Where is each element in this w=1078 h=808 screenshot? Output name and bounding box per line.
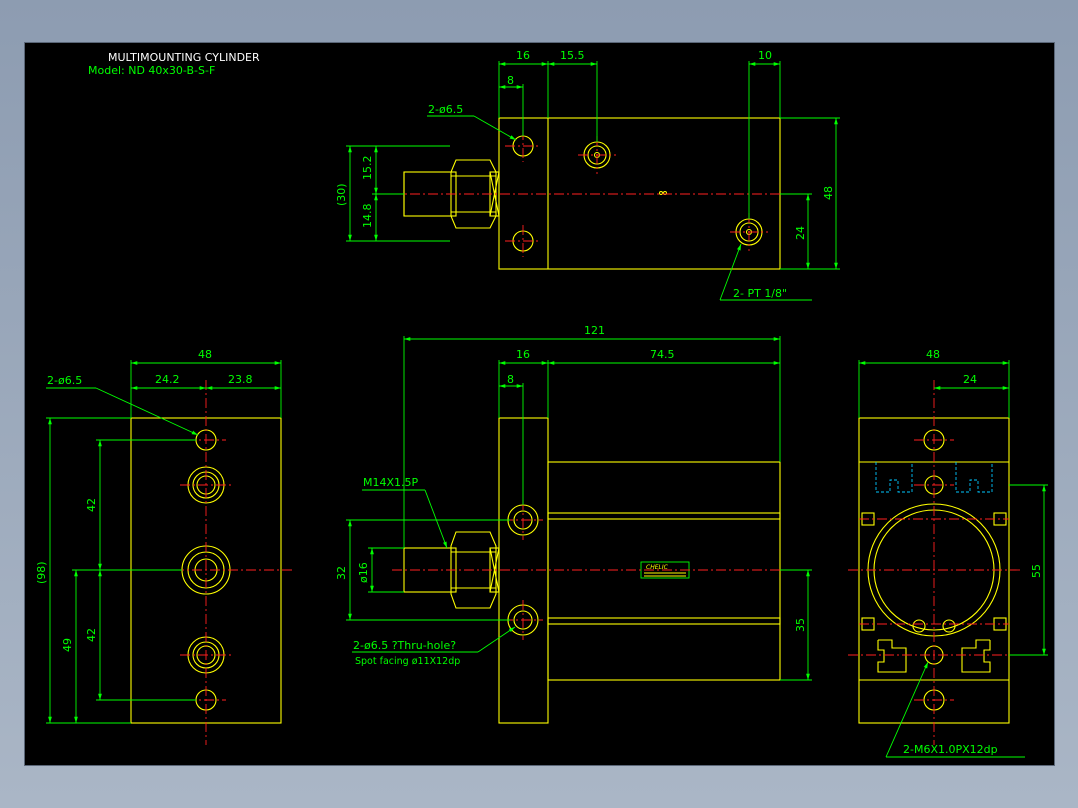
top-body-outline <box>498 117 781 270</box>
front-dim-74-5: 74.5 <box>650 348 675 361</box>
front-rod-lower <box>547 617 781 625</box>
model-label: Model: ND 40x30-B-S-F <box>88 64 215 77</box>
top-holes-note: 2-ø6.5 <box>428 103 463 116</box>
front-rod-upper <box>547 512 781 520</box>
right-hidden-port-left <box>875 462 913 493</box>
top-ports-note: 2- PT 1/8" <box>733 287 787 300</box>
front-view: CHELIC 121 16 74.5 8 32 ø16 35 M14X1.5P … <box>335 324 812 724</box>
cad-drawing: MULTIMOUNTING CYLINDER Model: ND 40x30-B… <box>35 49 1048 758</box>
front-barrel <box>547 461 781 681</box>
top-dim-10: 10 <box>758 49 772 62</box>
left-dim-42-lower: 42 <box>85 628 98 642</box>
right-t-slot-left <box>877 639 907 673</box>
front-dim-8: 8 <box>507 373 514 386</box>
left-dim-42-upper: 42 <box>85 498 98 512</box>
top-dim-16: 16 <box>516 49 530 62</box>
right-dim-48: 48 <box>926 348 940 361</box>
front-dim-35: 35 <box>794 618 807 632</box>
top-dim-15-5: 15.5 <box>560 49 585 62</box>
thread-note: M14X1.5P <box>363 476 419 489</box>
top-dim-48: 48 <box>822 186 835 200</box>
right-view: 48 24 55 2-M6X1.0PX12dp <box>848 348 1048 758</box>
left-dim-23-8: 23.8 <box>228 373 253 386</box>
drawing-title: MULTIMOUNTING CYLINDER <box>108 51 260 64</box>
front-holes-note: 2-ø6.5 ?Thru-hole? <box>353 639 456 652</box>
right-tapped-note: 2-M6X1.0PX12dp <box>903 743 998 756</box>
top-dim-24: 24 <box>794 226 807 240</box>
right-hidden-port-right <box>955 462 993 493</box>
front-flange <box>498 417 549 724</box>
right-dim-55: 55 <box>1030 564 1043 578</box>
top-dim-14-8: 14.8 <box>361 204 374 229</box>
top-dim-15-2: 15.2 <box>361 156 374 181</box>
top-view: 16 15.5 10 8 (30) 15.2 14.8 48 24 2-ø6.5… <box>335 49 840 301</box>
top-dim-30: (30) <box>335 183 348 206</box>
front-dim-121: 121 <box>584 324 605 337</box>
left-dim-98: (98) <box>35 561 48 584</box>
right-dim-24: 24 <box>963 373 977 386</box>
top-dim-8: 8 <box>507 74 514 87</box>
left-dim-24-2: 24.2 <box>155 373 180 386</box>
right-t-slot-right <box>961 639 991 673</box>
front-dim-32: 32 <box>335 566 348 580</box>
left-dim-48: 48 <box>198 348 212 361</box>
left-holes-note: 2-ø6.5 <box>47 374 82 387</box>
right-snap-ring-hole-2 <box>942 619 956 633</box>
left-view: 48 24.2 23.8 (98) 49 42 42 2-ø6.5 <box>35 348 292 745</box>
front-dim-dia16: ø16 <box>357 562 370 583</box>
front-dim-16: 16 <box>516 348 530 361</box>
right-snap-ring-hole-1 <box>912 619 926 633</box>
spot-facing-note: Spot facing ø11X12dp <box>355 656 460 667</box>
left-dim-49: 49 <box>61 638 74 652</box>
